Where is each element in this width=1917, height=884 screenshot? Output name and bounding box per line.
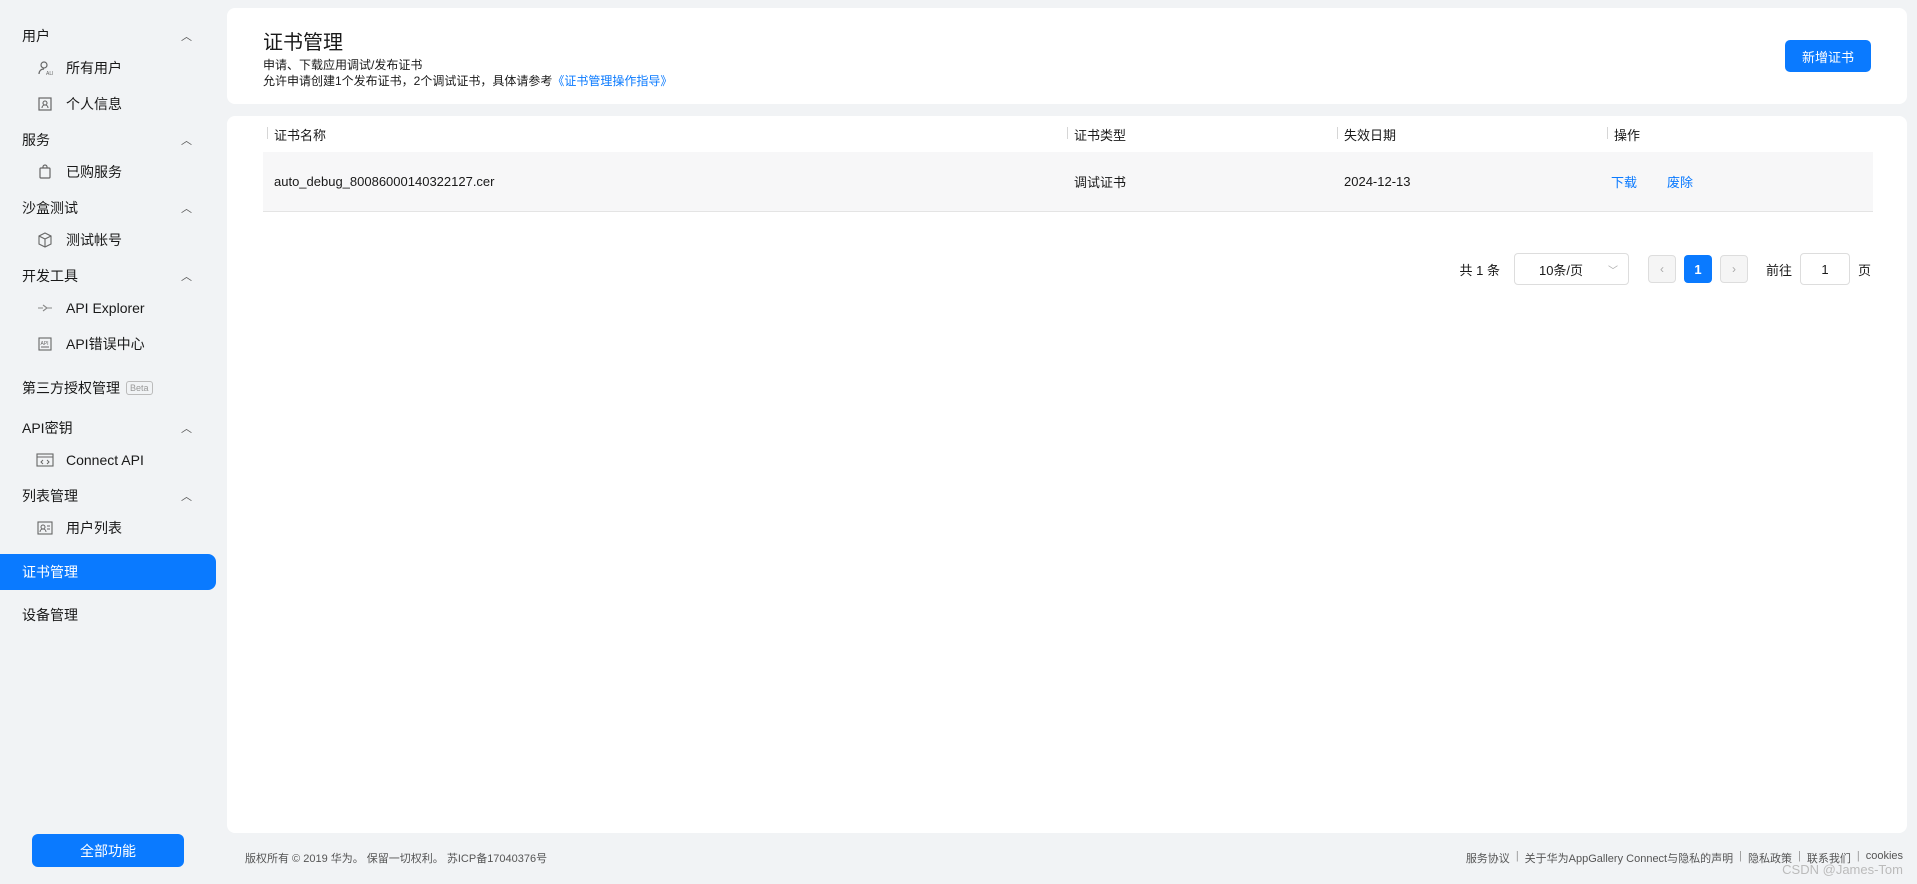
footer-link-terms[interactable]: 服务协议: [1466, 850, 1510, 866]
chevron-up-icon: ︿: [181, 135, 192, 147]
error-center-icon: API: [36, 335, 54, 353]
chevron-up-icon: ︿: [181, 491, 192, 503]
sidebar-nav: 用户 ︿ ALL 所有用户 个人信息 服务 ︿ 已购服务 沙盒测试: [0, 0, 218, 633]
footer-link-privacy-statement[interactable]: 关于华为AppGallery Connect与隐私的声明: [1525, 850, 1733, 866]
sidebar-item-all-users[interactable]: ALL 所有用户: [0, 50, 218, 86]
sidebar: 用户 ︿ ALL 所有用户 个人信息 服务 ︿ 已购服务 沙盒测试: [0, 0, 218, 884]
total-count: 共 1 条: [1459, 262, 1500, 278]
page-header: 证书管理 申请、下载应用调试/发布证书 允许申请创建1个发布证书，2个调试证书，…: [227, 8, 1907, 104]
pagination: 共 1 条 10条/页 ﹀ ‹ 1 › 前往 页: [1459, 253, 1871, 285]
col-header-name: 证书名称: [263, 125, 1063, 144]
col-header-actions: 操作: [1603, 125, 1873, 144]
svg-text:API: API: [41, 341, 49, 347]
page-description: 申请、下载应用调试/发布证书: [263, 58, 423, 72]
all-functions-button[interactable]: 全部功能: [32, 834, 184, 867]
cert-guide-link[interactable]: 《证书管理操作指导》: [552, 74, 672, 88]
beta-badge: Beta: [126, 381, 153, 395]
add-certificate-button[interactable]: 新增证书: [1785, 40, 1871, 72]
watermark: CSDN @James-Tom: [1782, 862, 1903, 877]
prev-page-button[interactable]: ‹: [1647, 255, 1676, 283]
group-services[interactable]: 服务 ︿: [0, 126, 218, 154]
sidebar-item-api-error-center[interactable]: API API错误中心: [0, 326, 218, 362]
chevron-down-icon: ﹀: [1607, 265, 1618, 277]
sidebar-item-cert-manage[interactable]: 证书管理: [0, 554, 216, 590]
group-list-manage[interactable]: 列表管理 ︿: [0, 482, 218, 510]
chevron-left-icon: ‹: [1659, 262, 1664, 276]
page-title: 证书管理: [263, 32, 343, 54]
group-devtools[interactable]: 开发工具 ︿: [0, 262, 218, 290]
sidebar-item-connect-api[interactable]: Connect API: [0, 442, 218, 478]
group-sandbox[interactable]: 沙盒测试 ︿: [0, 194, 218, 222]
cube-icon: [36, 231, 54, 249]
sidebar-item-api-explorer[interactable]: API Explorer: [0, 290, 218, 326]
page-number-current[interactable]: 1: [1683, 255, 1712, 283]
cert-actions: 下载 废除: [1603, 172, 1873, 191]
user-all-icon: ALL: [36, 59, 54, 77]
goto-label: 前往: [1765, 262, 1792, 278]
sidebar-item-device-manage[interactable]: 设备管理: [0, 597, 216, 633]
chevron-up-icon: ︿: [181, 423, 192, 435]
group-users[interactable]: 用户 ︿: [0, 22, 218, 50]
copyright-text: 版权所有 © 2019 华为。 保留一切权利。 苏ICP备17040376号: [245, 853, 548, 865]
sidebar-item-user-list[interactable]: 用户列表: [0, 510, 218, 546]
bag-icon: [36, 163, 54, 181]
table-header: 证书名称 证书类型 失效日期 操作: [263, 116, 1873, 152]
certificate-table: 证书名称 证书类型 失效日期 操作 auto_debug_80086000140…: [263, 116, 1873, 212]
revoke-link[interactable]: 废除: [1667, 175, 1693, 190]
chevron-up-icon: ︿: [181, 203, 192, 215]
next-page-button[interactable]: ›: [1719, 255, 1748, 283]
chevron-up-icon: ︿: [181, 271, 192, 283]
sidebar-item-purchased[interactable]: 已购服务: [0, 154, 218, 190]
user-list-icon: [36, 519, 54, 537]
code-window-icon: [36, 451, 54, 469]
chevron-right-icon: ›: [1731, 262, 1736, 276]
goto-page-input[interactable]: [1799, 253, 1850, 285]
plug-icon: [36, 299, 54, 317]
svg-text:ALL: ALL: [46, 71, 53, 76]
download-link[interactable]: 下载: [1611, 175, 1637, 190]
page-quota-note: 允许申请创建1个发布证书，2个调试证书，具体请参考《证书管理操作指导》: [263, 74, 673, 88]
cert-type: 调试证书: [1074, 175, 1127, 190]
sidebar-item-test-account[interactable]: 测试帐号: [0, 222, 218, 258]
chevron-up-icon: ︿: [181, 31, 192, 43]
certificate-table-card: 证书名称 证书类型 失效日期 操作 auto_debug_80086000140…: [227, 116, 1907, 833]
profile-icon: [36, 95, 54, 113]
page-suffix: 页: [1857, 262, 1871, 278]
page-size-select[interactable]: 10条/页 ﹀: [1513, 253, 1629, 285]
cert-name: auto_debug_80086000140322127.cer: [274, 174, 495, 189]
sidebar-item-third-party-auth[interactable]: 第三方授权管理 Beta: [0, 370, 216, 406]
col-header-expiry: 失效日期: [1333, 125, 1603, 144]
col-header-type: 证书类型: [1063, 125, 1333, 144]
sidebar-item-profile[interactable]: 个人信息: [0, 86, 218, 122]
cert-expiry: 2024-12-13: [1344, 174, 1411, 189]
table-row: auto_debug_80086000140322127.cer 调试证书 20…: [263, 152, 1873, 212]
group-api-key[interactable]: API密钥 ︿: [0, 414, 218, 442]
